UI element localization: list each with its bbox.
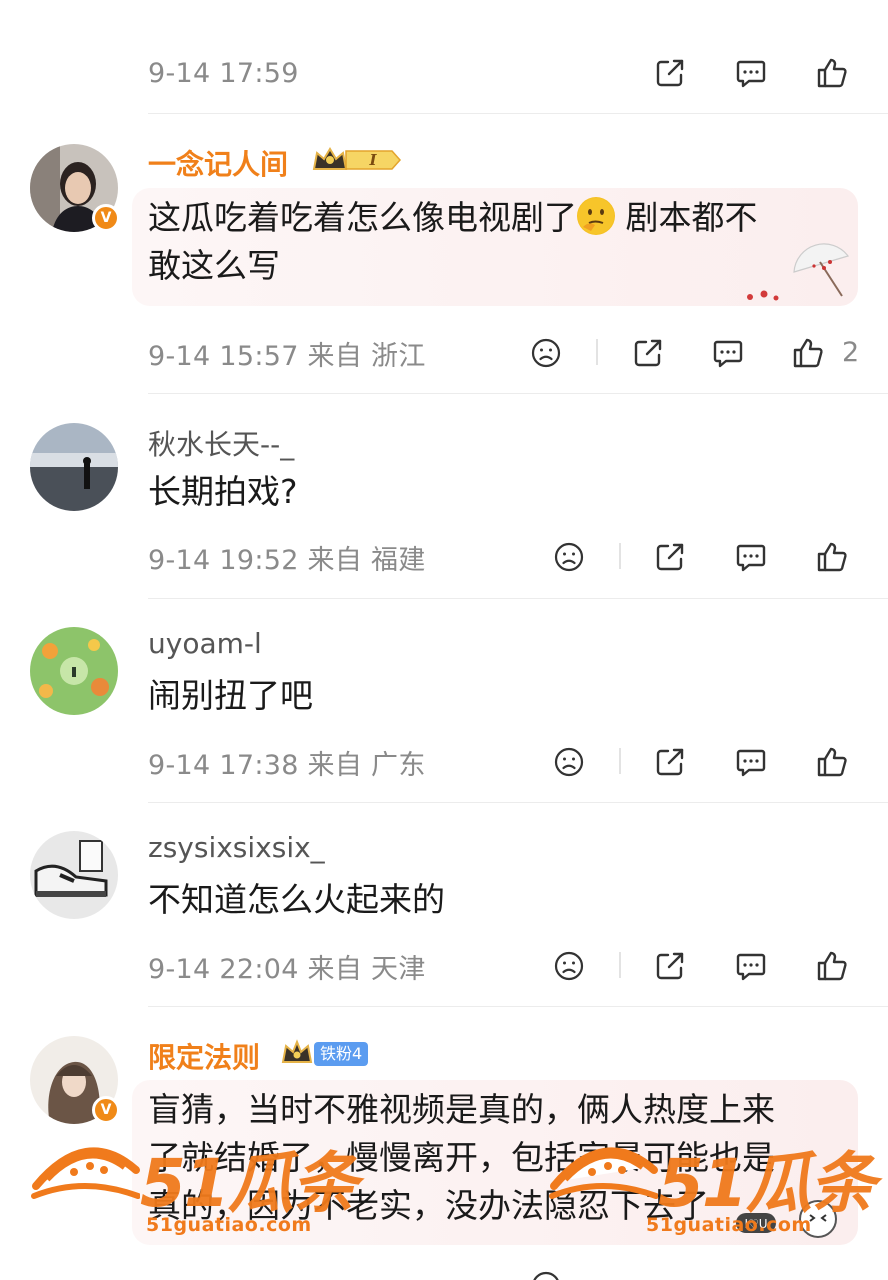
comment-meta: 9-14 22:04 来自 天津 [148,953,426,985]
sad-face-icon [531,338,561,368]
verified-badge: V [92,1096,120,1124]
username[interactable]: 秋水长天--_ [148,423,294,463]
thumbs-up-icon [793,338,823,368]
watermark: 51瓜条 [30,1130,358,1226]
share-icon [634,339,662,367]
divider [148,598,888,599]
comment-text: 这瓜吃着吃着怎么像电视剧了 剧本都不 敢这么写 [148,197,758,285]
dislike-button[interactable] [551,948,587,984]
share-button[interactable] [652,55,688,91]
divider [148,1006,888,1007]
comment-meta-row: 9-14 17:59 [148,53,888,93]
dislike-button[interactable] [551,744,587,780]
share-button[interactable] [630,335,666,371]
comment-icon [736,749,766,777]
comment-icon [713,340,743,368]
thumbs-up-icon [817,747,847,777]
verified-badge: V [92,204,120,232]
share-icon [656,59,684,87]
watermark-url: 51guatiao.com [646,1214,812,1236]
thumbs-up-icon [817,542,847,572]
watermark: 51瓜条 [548,1130,876,1226]
fan-level-badge: 铁粉4 [314,1042,369,1066]
divider [148,113,888,114]
watermark-url: 51guatiao.com [146,1214,312,1236]
like-button[interactable] [814,744,850,780]
separator [596,339,598,365]
comment-meta-row: 9-14 15:57 来自 浙江 [148,333,888,373]
thumbs-up-icon [817,951,847,981]
comment-meta-row: 9-14 19:52 来自 福建 [148,537,888,577]
watermelon-logo-icon [31,1147,140,1199]
like-count: 2 [842,337,860,368]
sad-face-icon [554,542,584,572]
divider [148,393,888,394]
dislike-button[interactable] [528,1268,564,1280]
comment-time: 9-14 17:59 [148,57,299,89]
sad-face-icon [554,951,584,981]
watermark-logo: 51瓜条 [140,1145,358,1222]
plum-blossom-icon [747,290,779,301]
comment-icon [736,953,766,981]
separator [619,952,621,978]
crown-level: I [368,151,377,169]
sad-face-icon [554,747,584,777]
comment-icon [736,60,766,88]
thinking-face-icon [577,197,615,235]
comment-button[interactable] [733,744,769,780]
share-button[interactable] [652,948,688,984]
comment-button[interactable] [733,948,769,984]
like-button[interactable] [814,539,850,575]
share-button[interactable] [652,744,688,780]
username[interactable]: 一念记人间 [148,143,288,183]
comment-text: 闹别扭了吧 [148,676,313,715]
share-icon [656,748,684,776]
comment-meta-row: 9-14 22:04 来自 天津 [148,946,888,986]
watermelon-logo-icon [549,1147,658,1199]
vip-crown-icon [280,1038,314,1070]
comment-icon [736,544,766,572]
comment-meta: 9-14 17:38 来自 广东 [148,749,426,781]
comment-text: 长期拍戏? [148,472,298,511]
like-button[interactable] [814,55,850,91]
comment-meta-row: 9-14 17:38 来自 广东 [148,742,888,782]
comment-button[interactable] [733,55,769,91]
avatar[interactable] [30,423,118,511]
vip-crown-badge: I [310,143,402,175]
thumbs-up-icon [817,58,847,88]
watermark-logo: 51瓜条 [658,1145,876,1222]
dislike-button[interactable] [551,539,587,575]
sad-face-icon [533,1271,559,1280]
share-button[interactable] [652,539,688,575]
dislike-button[interactable] [528,335,564,371]
username[interactable]: uyoam-l [148,627,262,660]
share-icon [656,543,684,571]
avatar[interactable] [30,627,118,715]
like-button[interactable] [814,948,850,984]
comment-meta: 9-14 15:57 来自 浙江 [148,340,426,372]
comment-button[interactable] [733,539,769,575]
comment-text: 不知道怎么火起来的 [148,880,445,919]
separator [619,748,621,774]
comment-button[interactable] [710,335,746,371]
username[interactable]: zsysixsixsix_ [148,831,325,864]
username[interactable]: 限定法则 [148,1036,260,1076]
share-icon [656,952,684,980]
divider [148,802,888,803]
like-button[interactable] [790,335,826,371]
avatar[interactable] [30,831,118,919]
separator [619,543,621,569]
comment-meta: 9-14 19:52 来自 福建 [148,544,426,576]
